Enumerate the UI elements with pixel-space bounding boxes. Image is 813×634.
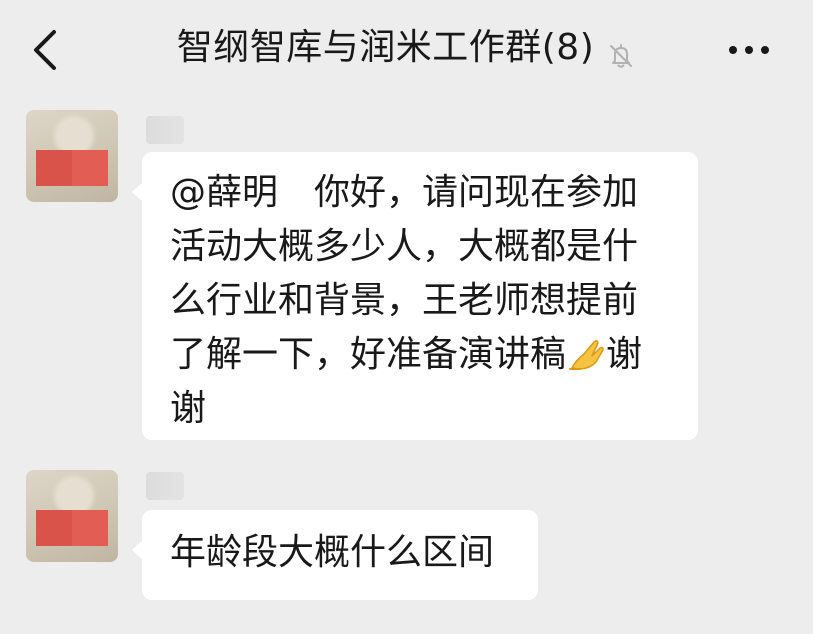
folded-hands-icon: [566, 334, 606, 370]
chat-header: 智纲智库与润米工作群(8): [0, 0, 813, 100]
message-bubble[interactable]: 年龄段大概什么区间: [132, 510, 538, 600]
message-bubble[interactable]: @薛明 你好，请问现在参加 活动大概多少人，大概都是什 么行业和背景，王老师想提…: [132, 152, 698, 440]
message-line: @薛明 你好，请问现在参加: [170, 172, 639, 213]
message-line: 么行业和背景，王老师想提前: [170, 280, 639, 321]
message-line: 年龄段大概什么区间: [170, 532, 495, 573]
more-options-button[interactable]: [725, 28, 773, 72]
redaction-block: [36, 150, 108, 186]
avatar[interactable]: [26, 470, 118, 562]
chat-title: 智纲智库与润米工作群(8): [176, 27, 595, 68]
message-line: 谢: [170, 388, 207, 429]
redaction-block: [36, 510, 108, 546]
message-line: 了解一下，好准备演讲稿: [170, 334, 567, 375]
message-line-tail: 谢: [606, 334, 643, 375]
message-line-with-emoji: 了解一下，好准备演讲稿 谢: [170, 328, 676, 382]
message-line: 活动大概多少人，大概都是什: [170, 226, 639, 267]
sender-name-redacted: [146, 116, 184, 144]
sender-name-redacted: [146, 472, 184, 500]
more-dots-icon: [729, 46, 769, 54]
chat-title-container: 智纲智库与润米工作群(8): [0, 22, 813, 74]
bell-off-icon: [606, 34, 636, 68]
avatar[interactable]: [26, 110, 118, 202]
